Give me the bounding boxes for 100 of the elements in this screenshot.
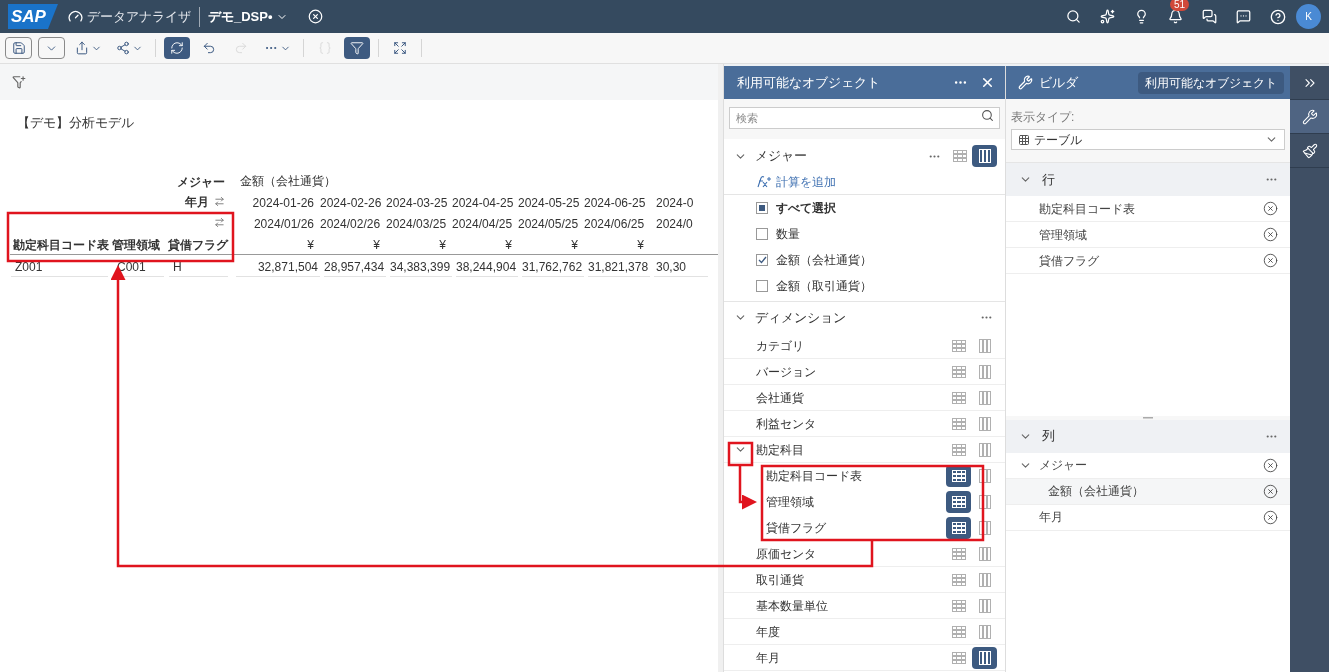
rows-toggle-icon[interactable] <box>946 465 971 487</box>
section-title: ディメンション <box>755 308 847 327</box>
search-field[interactable]: 検索 <box>729 107 1000 129</box>
checkbox[interactable] <box>756 254 768 266</box>
dimension-item[interactable]: 利益センタ <box>756 414 946 433</box>
dimension-item[interactable]: 勘定科目 <box>756 440 946 459</box>
add-calculation-link[interactable]: 計算を追加 <box>756 172 836 191</box>
table-cell: 31,821,378 <box>588 257 650 277</box>
column-header: 2024-06-25 <box>584 195 646 210</box>
swap-icon[interactable] <box>214 196 225 207</box>
column-header: 2024/01/26 <box>253 216 314 231</box>
row-header: 管理領域 <box>112 237 160 252</box>
section-title: 列 <box>1042 427 1056 446</box>
filter-button[interactable] <box>344 37 370 59</box>
measure-label: メジャー <box>177 174 225 189</box>
remove-icon[interactable] <box>1263 509 1278 525</box>
dimension-item[interactable]: 基本数量単位 <box>756 596 946 615</box>
save-button[interactable] <box>5 37 32 59</box>
column-header: 2024/06/25 <box>584 216 645 231</box>
currency-symbol: ¥ <box>439 237 446 252</box>
checkbox[interactable] <box>756 228 768 240</box>
refresh-button[interactable] <box>164 37 190 59</box>
lightbulb-icon[interactable] <box>1134 9 1149 24</box>
column-header: 2024-05-25 <box>518 195 580 210</box>
page-title: 【デモ】分析モデル <box>17 115 134 130</box>
builder-item[interactable]: 貸借フラグ <box>1039 251 1263 270</box>
remove-icon[interactable] <box>1263 201 1278 216</box>
table-cell: 31,762,762 <box>522 257 584 277</box>
checkbox[interactable] <box>756 202 768 214</box>
dimension-item[interactable]: 貸借フラグ <box>766 519 946 537</box>
table-cell: 30,30 <box>654 257 708 277</box>
currency-symbol: ¥ <box>571 237 578 252</box>
search-icon[interactable] <box>981 109 994 122</box>
builder-item[interactable]: 年月 <box>1039 508 1263 526</box>
column-header: 2024/02/26 <box>320 216 381 231</box>
checkbox[interactable] <box>756 280 768 292</box>
builder-item[interactable]: メジャー <box>1039 456 1263 474</box>
table-icon <box>1018 133 1030 146</box>
swap-icon[interactable] <box>214 217 225 228</box>
builder-tab[interactable] <box>1290 100 1329 134</box>
help-icon[interactable] <box>1270 8 1286 25</box>
measure-item[interactable]: 金額（取引通貨） <box>776 277 872 295</box>
feedback-icon[interactable] <box>1236 9 1251 24</box>
remove-icon[interactable] <box>1263 457 1278 473</box>
document-title[interactable]: デモ_DSP• <box>207 6 273 27</box>
column-header: 2024/03/25 <box>386 216 447 231</box>
dimension-item[interactable]: 原価センタ <box>756 544 946 563</box>
dimension-item[interactable]: バージョン <box>756 362 946 381</box>
dimension-item[interactable]: 会社通貨 <box>756 388 946 407</box>
close-icon[interactable] <box>980 75 995 90</box>
dimension-item[interactable]: カテゴリ <box>756 336 946 355</box>
search-icon[interactable] <box>1066 9 1081 24</box>
styling-icon <box>1301 142 1318 159</box>
column-header: 2024-02-26 <box>320 195 382 210</box>
measure-item[interactable]: 金額（会社通貨） <box>776 251 872 269</box>
currency-symbol: ¥ <box>637 237 644 252</box>
dropdown-button[interactable] <box>38 37 65 59</box>
remove-icon[interactable] <box>1263 253 1278 268</box>
select-all-label: すべて選択 <box>776 200 836 217</box>
add-filter-icon[interactable] <box>12 75 26 89</box>
available-objects-button[interactable]: 利用可能なオブジェクト <box>1138 71 1284 94</box>
resize-grip-icon[interactable] <box>1143 416 1153 419</box>
dimension-item[interactable]: 年度 <box>756 622 946 641</box>
columns-toggle-icon[interactable] <box>972 145 997 167</box>
formula-icon <box>756 175 772 188</box>
notification-badge: 51 <box>1170 0 1190 11</box>
measure-item[interactable]: 数量 <box>776 225 800 243</box>
rows-toggle-icon[interactable] <box>946 517 971 539</box>
bell-icon[interactable] <box>1168 9 1183 24</box>
app-name: データアナライザ <box>86 7 191 26</box>
columns-toggle-icon[interactable] <box>972 646 997 669</box>
remove-icon[interactable] <box>1263 483 1278 499</box>
dimension-item[interactable]: 勘定科目コード表 <box>766 467 946 485</box>
currency-symbol: ¥ <box>373 237 380 252</box>
chat-icon[interactable] <box>1202 9 1217 24</box>
avatar[interactable]: K <box>1296 4 1321 29</box>
builder-item[interactable]: 管理領域 <box>1039 225 1263 244</box>
dimension-item[interactable]: 取引通貨 <box>756 570 946 589</box>
close-icon[interactable] <box>308 9 324 24</box>
section-title: メジャー <box>755 147 808 166</box>
display-type-select[interactable]: テーブル <box>1011 129 1285 150</box>
table-cell: 38,244,904 <box>456 257 518 277</box>
currency-symbol: ¥ <box>307 237 314 252</box>
currency-symbol: ¥ <box>505 237 512 252</box>
column-header: 2024/05/25 <box>518 216 579 231</box>
measure-value: 金額（会社通貨） <box>239 172 336 190</box>
column-header: 2024/0 <box>656 216 693 231</box>
rows-toggle-icon[interactable] <box>946 491 971 513</box>
logo[interactable]: SAP <box>8 4 58 29</box>
section-title: 行 <box>1042 170 1056 189</box>
highlight-frame <box>727 441 754 467</box>
column-header: 2024-03-25 <box>386 195 448 210</box>
column-header: 2024-04-25 <box>452 195 514 210</box>
table-cell: 34,383,399 <box>390 257 452 277</box>
display-type-label: 表示タイプ: <box>1011 109 1076 126</box>
builder-item[interactable]: 勘定科目コード表 <box>1039 199 1263 218</box>
dimension-item[interactable]: 年月 <box>756 648 946 667</box>
dimension-item[interactable]: 管理領域 <box>766 493 946 511</box>
remove-icon[interactable] <box>1263 227 1278 242</box>
table-cell: H <box>169 257 228 277</box>
